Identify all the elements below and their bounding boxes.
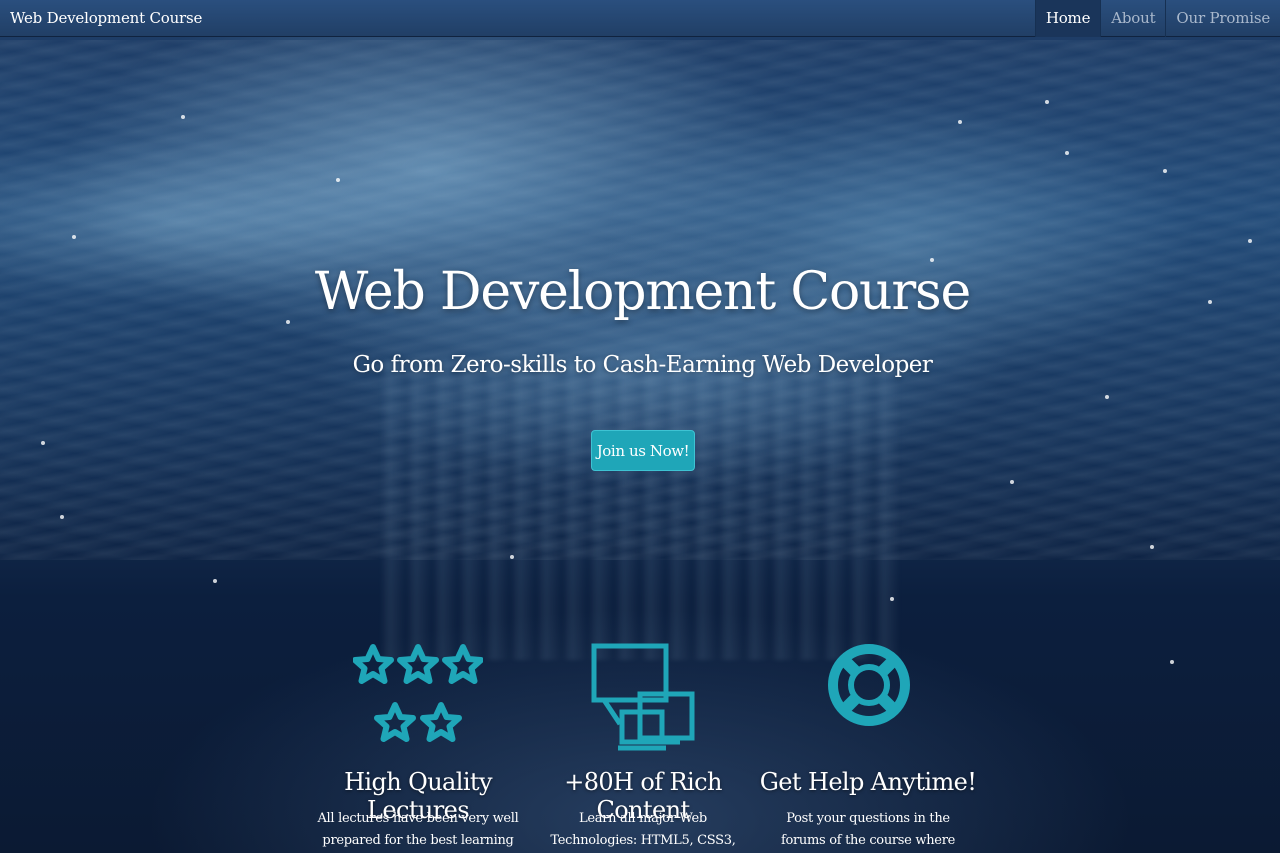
hero-title: Web Development Course bbox=[314, 262, 971, 322]
feature-text: All lectures have been very well prepare… bbox=[317, 811, 519, 848]
nav-link-our-promise[interactable]: Our Promise bbox=[1165, 0, 1280, 37]
nav-link-home[interactable]: Home bbox=[1034, 0, 1101, 37]
stars-icon bbox=[352, 643, 484, 757]
nav-links: Home About Our Promise bbox=[1034, 0, 1280, 37]
background-light-rays bbox=[380, 360, 900, 660]
feature-text: Learn all major Web Technologies: HTML5,… bbox=[550, 811, 736, 848]
feature-title: Get Help Anytime! bbox=[759, 768, 977, 796]
life-ring-icon bbox=[826, 642, 912, 732]
top-navbar: Web Development Course Home About Our Pr… bbox=[0, 0, 1280, 37]
navbar-brand[interactable]: Web Development Course bbox=[0, 9, 202, 27]
feature-text: Post your questions in the forums of the… bbox=[780, 811, 956, 848]
hero-subtitle: Go from Zero-skills to Cash-Earning Web … bbox=[352, 352, 933, 378]
nav-link-about[interactable]: About bbox=[1100, 0, 1165, 37]
join-now-button[interactable]: Join us Now! bbox=[591, 430, 695, 471]
devices-icon bbox=[590, 642, 700, 758]
